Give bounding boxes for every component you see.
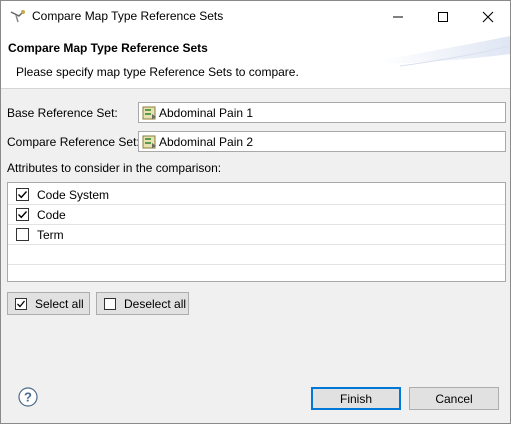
svg-text:?: ? (24, 390, 32, 405)
dialog-window: Compare Map Type Reference Sets Compare … (0, 0, 511, 424)
wizard-banner: Compare Map Type Reference Sets Please s… (1, 32, 510, 89)
attribute-label: Code System (37, 188, 110, 202)
attributes-label: Attributes to consider in the comparison… (7, 161, 222, 175)
attribute-label: Term (37, 228, 64, 242)
check-icon (18, 191, 28, 199)
help-icon[interactable]: ? (18, 387, 38, 407)
select-all-label: Select all (35, 297, 84, 311)
attributes-list: Code System Code Term (7, 182, 506, 282)
finish-button[interactable]: Finish (311, 387, 401, 410)
eclipse-wizard-icon (10, 10, 25, 23)
close-button[interactable] (466, 1, 510, 32)
compare-refset-label: Compare Reference Set: (7, 135, 140, 149)
minimize-icon (393, 16, 403, 17)
banner-decoration (380, 36, 510, 67)
close-icon (482, 11, 494, 22)
unchecked-box-icon (104, 298, 116, 310)
base-refset-field[interactable]: Abdominal Pain 1 (138, 102, 506, 123)
refset-icon (142, 135, 156, 149)
finish-label: Finish (339, 392, 372, 406)
attribute-label: Code (37, 208, 66, 222)
select-all-button[interactable]: Select all (7, 292, 90, 315)
compare-refset-value: Abdominal Pain 2 (159, 135, 254, 149)
banner-message: Please specify map type Reference Sets t… (16, 65, 299, 79)
compare-refset-field[interactable]: Abdominal Pain 2 (138, 131, 506, 152)
list-item[interactable]: Code System (8, 185, 505, 205)
title-bar: Compare Map Type Reference Sets (1, 1, 510, 32)
base-refset-label: Base Reference Set: (7, 106, 118, 120)
cancel-button[interactable]: Cancel (409, 387, 499, 410)
list-item[interactable]: Code (8, 205, 505, 225)
check-icon (18, 211, 28, 219)
window-title: Compare Map Type Reference Sets (32, 9, 224, 23)
checked-box-icon (15, 298, 27, 310)
refset-icon (142, 106, 156, 120)
maximize-icon (438, 11, 448, 22)
deselect-all-label: Deselect all (124, 297, 187, 311)
base-refset-value: Abdominal Pain 1 (159, 106, 254, 120)
minimize-button[interactable] (376, 1, 420, 32)
divider (1, 363, 510, 364)
list-item[interactable]: Term (8, 225, 505, 245)
checkbox-code-system[interactable] (16, 188, 29, 201)
checkbox-term[interactable] (16, 228, 29, 241)
banner-title: Compare Map Type Reference Sets (8, 41, 208, 55)
list-item-empty (8, 245, 505, 265)
checkbox-code[interactable] (16, 208, 29, 221)
deselect-all-button[interactable]: Deselect all (96, 292, 189, 315)
maximize-button[interactable] (421, 1, 465, 32)
cancel-label: Cancel (435, 392, 473, 406)
